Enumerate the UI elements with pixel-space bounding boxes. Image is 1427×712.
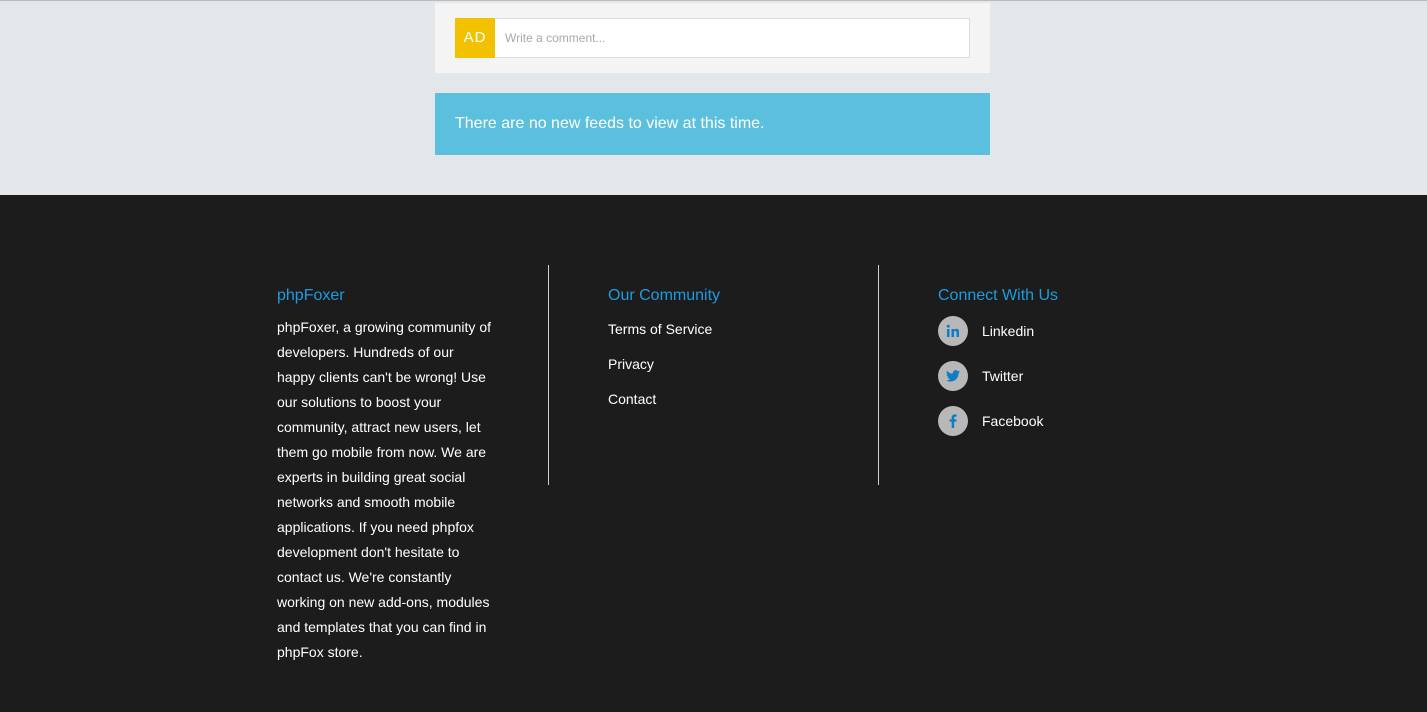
footer-about-column: phpFoxer phpFoxer, a growing community o… xyxy=(277,265,492,665)
social-links: Linkedin Twitter Facebook xyxy=(938,316,1198,436)
comment-input[interactable] xyxy=(495,18,970,58)
linkedin-link[interactable]: Linkedin xyxy=(938,316,1198,346)
footer: phpFoxer phpFoxer, a growing community o… xyxy=(0,195,1427,712)
terms-of-service-link[interactable]: Terms of Service xyxy=(608,319,858,339)
footer-divider xyxy=(878,265,879,485)
facebook-link[interactable]: Facebook xyxy=(938,406,1198,436)
twitter-label: Twitter xyxy=(982,368,1024,384)
privacy-link[interactable]: Privacy xyxy=(608,354,858,374)
twitter-link[interactable]: Twitter xyxy=(938,361,1198,391)
footer-community-column: Our Community Terms of Service Privacy C… xyxy=(608,265,858,424)
feed-area: AD There are no new feeds to view at thi… xyxy=(0,0,1427,195)
comment-box: AD xyxy=(435,3,990,73)
facebook-icon xyxy=(938,406,968,436)
avatar[interactable]: AD xyxy=(455,18,495,58)
about-text: phpFoxer, a growing community of develop… xyxy=(277,319,491,660)
community-links: Terms of Service Privacy Contact xyxy=(608,319,858,409)
community-title: Our Community xyxy=(608,287,721,304)
linkedin-label: Linkedin xyxy=(982,323,1035,339)
no-feeds-notice: There are no new feeds to view at this t… xyxy=(435,93,990,155)
about-title: phpFoxer xyxy=(277,287,345,304)
linkedin-icon xyxy=(938,316,968,346)
footer-connect-column: Connect With Us Linkedin Twitter Faceboo… xyxy=(938,265,1198,451)
facebook-label: Facebook xyxy=(982,413,1044,429)
contact-link[interactable]: Contact xyxy=(608,389,858,409)
connect-title: Connect With Us xyxy=(938,287,1059,304)
twitter-icon xyxy=(938,361,968,391)
footer-divider xyxy=(548,265,549,485)
